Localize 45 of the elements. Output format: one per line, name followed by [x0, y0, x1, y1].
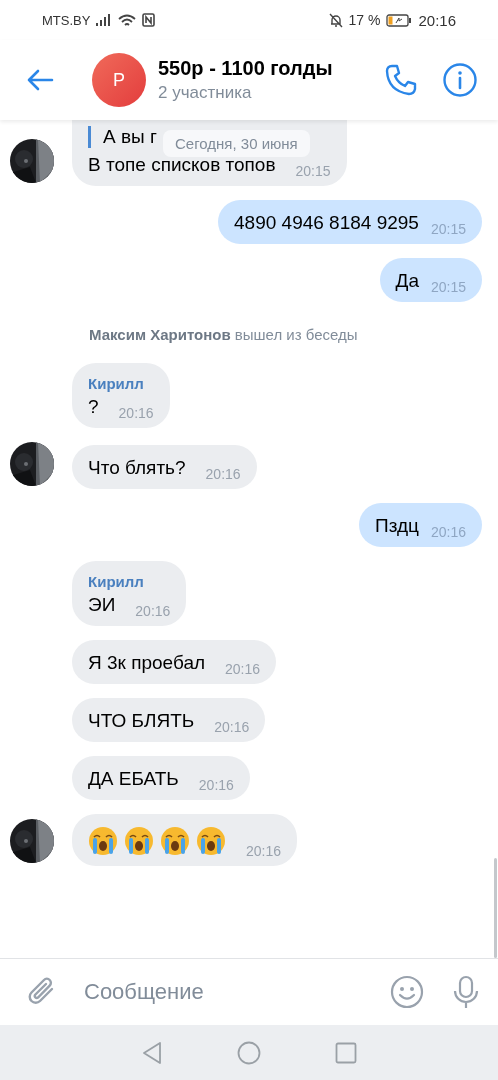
- message-time: 20:16: [430, 524, 466, 540]
- sender-name: Кирилл: [88, 375, 145, 392]
- back-nav-icon[interactable]: [141, 1040, 163, 1065]
- message-time: 20:15: [430, 279, 466, 295]
- crying-face-icon: [196, 826, 226, 856]
- message-text: В топе списков топов: [88, 154, 276, 176]
- message-time: 20:16: [214, 719, 250, 735]
- message-text: ЧТО БЛЯТЬ: [88, 710, 195, 732]
- message-text: ?: [88, 396, 99, 418]
- signal-icon: [96, 14, 113, 26]
- battery-percentage: 17 %: [348, 12, 381, 28]
- nfc-icon: [142, 13, 156, 27]
- message-text: Пздц: [375, 515, 419, 537]
- message-time: 20:16: [135, 603, 171, 619]
- message-text: Я 3к проебал: [88, 652, 206, 674]
- chat-avatar[interactable]: Р: [92, 53, 146, 107]
- carrier-name: MTS.BY: [42, 12, 91, 28]
- participants-count: 2 участника: [158, 83, 253, 103]
- chat-title: 550р - 1100 голды: [158, 57, 334, 80]
- message-text: ДА ЕБАТЬ: [88, 768, 179, 790]
- message-text: Что блять?: [88, 457, 186, 479]
- muted-bell-icon: [328, 12, 343, 28]
- crying-face-icon: [124, 826, 154, 856]
- date-divider: Сегодня, 30 июня: [163, 130, 310, 157]
- message-time: 20:16: [118, 405, 154, 421]
- clock: 20:16: [418, 11, 456, 29]
- recents-nav-icon[interactable]: [335, 1041, 357, 1064]
- message-text: ЭИ: [88, 594, 116, 616]
- message-time: 20:16: [205, 466, 241, 482]
- message-time: 20:16: [198, 777, 234, 793]
- message-text: Да: [395, 270, 419, 292]
- wifi-icon: [118, 13, 137, 27]
- message-time: 20:15: [295, 163, 331, 179]
- message-input[interactable]: Сообщение: [82, 978, 374, 1006]
- sender-name: Кирилл: [88, 573, 145, 590]
- crying-face-icon: [88, 826, 118, 856]
- message-time: 20:15: [430, 221, 466, 237]
- emoji-button[interactable]: [388, 973, 426, 1011]
- battery-icon: [386, 13, 413, 27]
- system-message: Максим Харитонов вышел из беседы: [88, 326, 359, 343]
- crying-face-icon: [160, 826, 190, 856]
- message-time: 20:16: [246, 843, 282, 859]
- message-time: 20:16: [225, 661, 261, 677]
- home-nav-icon[interactable]: [237, 1040, 261, 1065]
- message-text: 4890 4946 8184 9295: [234, 212, 419, 234]
